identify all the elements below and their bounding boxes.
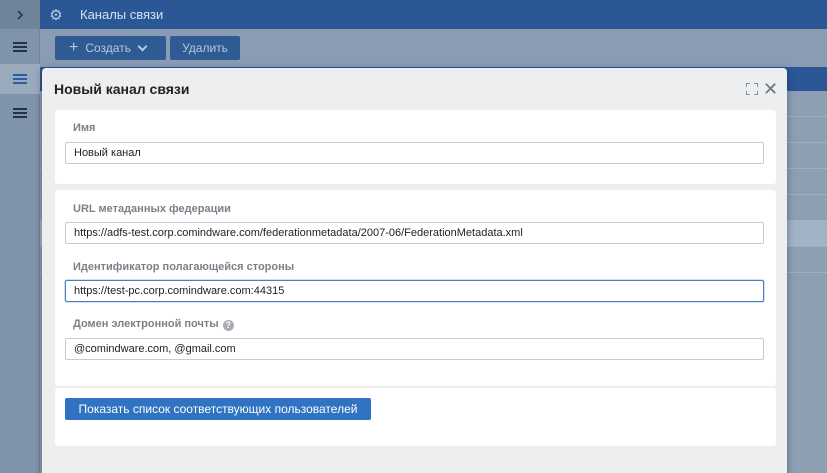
delete-button[interactable]: Удалить <box>170 36 240 60</box>
nav-menu-button-1[interactable] <box>0 32 40 62</box>
hamburger-icon <box>13 42 27 52</box>
page-title: Каналы связи <box>80 7 164 22</box>
top-bar: ⚙ Каналы связи <box>40 0 827 29</box>
hamburger-icon <box>13 74 27 84</box>
maximize-icon[interactable] <box>746 83 758 95</box>
federation-url-label: URL метаданных федерации <box>73 203 231 215</box>
hamburger-icon <box>13 108 27 118</box>
actions-section: Показать список соответствующих пользова… <box>55 388 776 446</box>
email-domain-label: Домен электронной почты <box>73 318 219 330</box>
dialog-title: Новый канал связи <box>54 81 190 97</box>
chevron-right-icon <box>17 9 24 20</box>
nav-menu-button-3[interactable] <box>0 98 40 128</box>
question-icon[interactable]: ? <box>222 320 234 331</box>
email-domain-input[interactable] <box>65 338 764 360</box>
delete-button-label: Удалить <box>182 41 228 55</box>
create-button-label: Создать <box>85 41 131 55</box>
gear-icon[interactable]: ⚙ <box>42 6 70 24</box>
expand-rail-button[interactable] <box>0 0 40 29</box>
relying-party-input[interactable] <box>65 280 764 302</box>
relying-party-label: Идентификатор полагающейся стороны <box>73 261 295 273</box>
new-channel-dialog: Новый канал связи ✕ Имя URL метаданных ф… <box>42 68 787 473</box>
name-input[interactable] <box>65 142 764 164</box>
name-label: Имя <box>73 122 96 134</box>
plus-icon: + <box>69 39 79 56</box>
nav-menu-button-2[interactable] <box>0 64 40 94</box>
name-section: Имя <box>55 110 776 184</box>
close-icon[interactable]: ✕ <box>763 80 778 98</box>
email-domain-label-row: Домен электронной почты? <box>73 318 234 331</box>
toolbar: + Создать Удалить <box>40 29 827 67</box>
create-button[interactable]: + Создать <box>55 36 166 60</box>
left-rail <box>0 0 40 473</box>
show-users-button[interactable]: Показать список соответствующих пользова… <box>65 398 371 420</box>
federation-url-input[interactable] <box>65 222 764 244</box>
chevron-down-icon <box>137 41 148 51</box>
federation-section: URL метаданных федерации Идентификатор п… <box>55 190 776 386</box>
